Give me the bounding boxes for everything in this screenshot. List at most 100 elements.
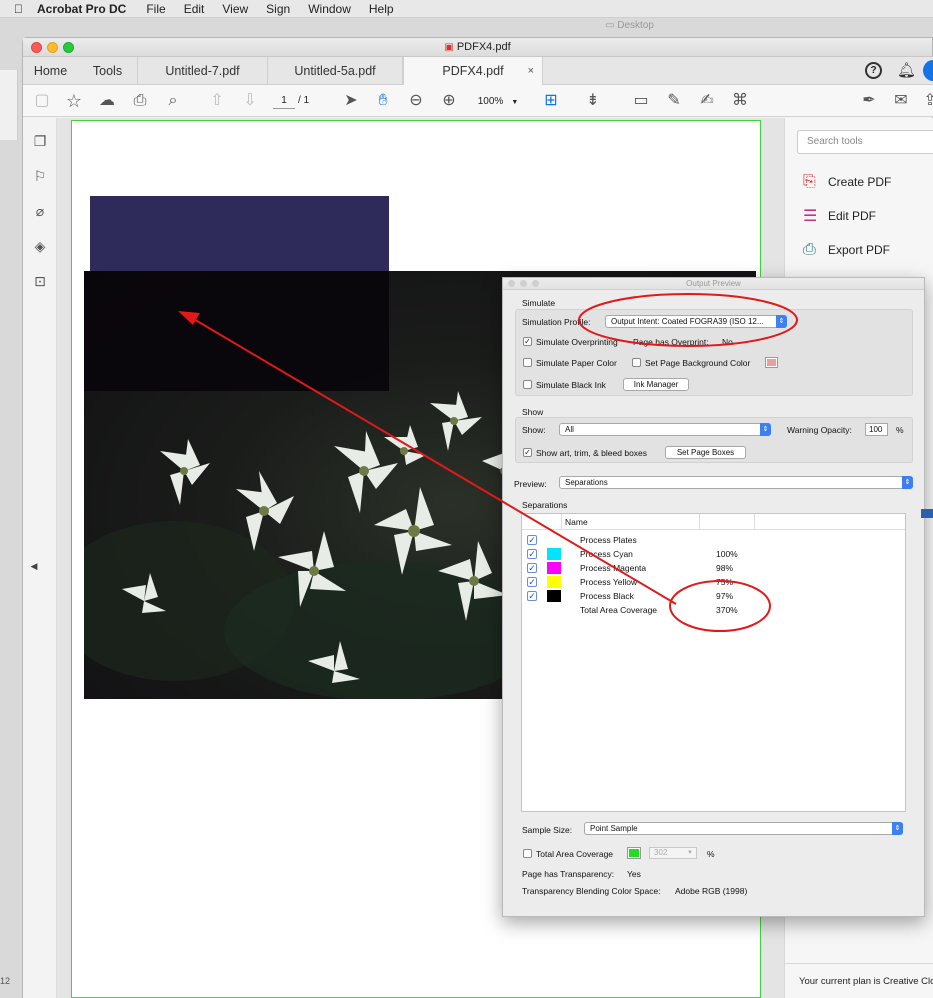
close-window-button[interactable] bbox=[31, 42, 42, 53]
app-menu[interactable]: Acrobat Pro DC bbox=[37, 2, 126, 16]
highlight-pen-icon[interactable]: ✎ bbox=[664, 91, 684, 111]
menu-sign[interactable]: Sign bbox=[266, 2, 290, 16]
simulation-profile-select[interactable]: Output Intent: Coated FOGRA39 (ISO 12...… bbox=[605, 315, 787, 328]
window-title: PDFX4.pdf bbox=[456, 41, 511, 53]
zoom-window-button[interactable] bbox=[63, 42, 74, 53]
notifications-bell-icon[interactable]: 🔔︎ bbox=[897, 61, 916, 79]
zoom-out-icon[interactable]: ⊖ bbox=[406, 91, 426, 111]
save-icon[interactable]: ▢ bbox=[32, 91, 52, 111]
apple-icon[interactable]:  bbox=[14, 2, 23, 16]
ink-manager-button[interactable]: Ink Manager bbox=[623, 378, 689, 391]
help-icon[interactable]: ? bbox=[865, 62, 882, 79]
collapse-panel-icon[interactable]: ◀ bbox=[25, 561, 43, 579]
separations-heading: Separations bbox=[522, 500, 568, 510]
sample-size-label: Sample Size: bbox=[522, 825, 573, 835]
redact-stamp-icon[interactable]: ⌘ bbox=[730, 91, 750, 111]
layers-icon[interactable]: ◈ bbox=[31, 238, 49, 256]
warning-opacity-label: Warning Opacity: bbox=[787, 425, 852, 435]
dialog-minimize-button[interactable] bbox=[520, 280, 527, 287]
process-yellow-checkbox[interactable]: ✓ bbox=[527, 577, 537, 587]
menu-help[interactable]: Help bbox=[369, 2, 394, 16]
process-black-checkbox[interactable]: ✓ bbox=[527, 591, 537, 601]
separation-name: Process Magenta bbox=[580, 563, 647, 573]
menu-edit[interactable]: Edit bbox=[184, 2, 205, 16]
account-avatar[interactable] bbox=[923, 60, 933, 81]
hand-tool-icon[interactable]: ✋︎ bbox=[373, 91, 393, 111]
find-zoom-icon[interactable]: ⌕ bbox=[163, 91, 183, 111]
dialog-close-button[interactable] bbox=[508, 280, 515, 287]
background-window bbox=[0, 70, 18, 140]
process-magenta-checkbox[interactable]: ✓ bbox=[527, 563, 537, 573]
page-has-overprint-label: Page has Overprint: bbox=[633, 337, 709, 347]
email-icon[interactable]: ✉︎ bbox=[891, 91, 911, 111]
page-display-icon[interactable]: ⊞ bbox=[541, 91, 561, 111]
menu-window[interactable]: Window bbox=[308, 2, 351, 16]
zoom-in-icon[interactable]: ⊕ bbox=[439, 91, 459, 111]
sign-pen-icon[interactable]: ✍︎ bbox=[697, 91, 717, 111]
left-navigation-rail: ❐ ⚐ ⌀ ◈ ⊡ ◀ bbox=[23, 118, 57, 998]
total-area-coverage-checkbox[interactable] bbox=[523, 849, 532, 858]
process-plates-checkbox[interactable]: ✓ bbox=[527, 535, 537, 545]
share-icon[interactable]: ⇪ bbox=[920, 91, 933, 111]
export-pdf-tool[interactable]: ⎙ Export PDF bbox=[803, 239, 933, 261]
separation-row: ✓ Process Yellow 75% bbox=[522, 575, 905, 589]
select-arrows-icon: ⇕ bbox=[902, 476, 913, 489]
main-toolbar: ▢ ☆ ☁︎ ⎙ ⌕ ⇧ ⇩ 1 / 1 ➤ ✋︎ ⊖ ⊕ 100% ▼ ⊞ ⇟ … bbox=[23, 85, 933, 117]
comment-icon[interactable]: ▭ bbox=[631, 91, 651, 111]
tab-pdfx4[interactable]: PDFX4.pdf × bbox=[403, 57, 543, 85]
menu-view[interactable]: View bbox=[222, 2, 248, 16]
show-boxes-checkbox[interactable]: ✓ bbox=[523, 448, 532, 457]
tab-untitled-5a[interactable]: Untitled-5a.pdf bbox=[268, 57, 403, 85]
show-value: All bbox=[565, 425, 574, 434]
simulate-overprinting-checkbox[interactable]: ✓ bbox=[523, 337, 532, 346]
preview-select[interactable]: Separations ⇕ bbox=[559, 476, 913, 489]
set-page-bg-checkbox[interactable] bbox=[632, 358, 641, 367]
yellow-swatch bbox=[547, 576, 561, 588]
tac-color-swatch[interactable] bbox=[627, 847, 641, 859]
edit-pdf-icon: ☰ bbox=[803, 208, 818, 225]
page-number-input[interactable]: 1 bbox=[273, 93, 295, 109]
scroll-mode-icon[interactable]: ⇟ bbox=[583, 91, 603, 111]
create-pdf-tool[interactable]: ⎘ Create PDF bbox=[803, 171, 933, 193]
page-thumbnails-icon[interactable]: ❐ bbox=[31, 133, 49, 151]
minimize-window-button[interactable] bbox=[47, 42, 58, 53]
column-divider bbox=[699, 514, 700, 530]
tab-bar: Home Tools Untitled-7.pdf Untitled-5a.pd… bbox=[23, 57, 933, 85]
separation-value: 98% bbox=[716, 563, 734, 573]
search-tools-input[interactable]: Search tools bbox=[797, 130, 933, 154]
next-page-icon[interactable]: ⇩ bbox=[240, 91, 260, 111]
show-heading: Show bbox=[522, 407, 544, 417]
simulate-black-ink-checkbox[interactable] bbox=[523, 380, 532, 389]
simulate-paper-color-checkbox[interactable] bbox=[523, 358, 532, 367]
close-tab-icon[interactable]: × bbox=[528, 57, 534, 85]
cloud-upload-icon[interactable]: ☁︎ bbox=[97, 91, 117, 111]
print-icon[interactable]: ⎙ bbox=[130, 91, 150, 111]
column-divider bbox=[561, 514, 562, 530]
menu-file[interactable]: File bbox=[146, 2, 165, 16]
select-arrows-icon: ⇕ bbox=[760, 423, 771, 436]
tab-tools[interactable]: Tools bbox=[78, 57, 138, 85]
process-cyan-checkbox[interactable]: ✓ bbox=[527, 549, 537, 559]
sample-size-select[interactable]: Point Sample ⇕ bbox=[584, 822, 903, 835]
simulate-overprinting-label: Simulate Overprinting bbox=[536, 337, 618, 347]
dialog-zoom-button[interactable] bbox=[532, 280, 539, 287]
bookmarks-icon[interactable]: ⚐ bbox=[31, 168, 49, 186]
warning-opacity-input[interactable]: 100 bbox=[865, 423, 888, 436]
tab-untitled-7[interactable]: Untitled-7.pdf bbox=[138, 57, 268, 85]
select-arrow-icon[interactable]: ➤ bbox=[341, 91, 361, 111]
attachments-paperclip-icon[interactable]: ⌀ bbox=[31, 203, 49, 221]
page-bg-color-swatch[interactable] bbox=[765, 357, 778, 368]
blending-space-value: Adobe RGB (1998) bbox=[675, 886, 748, 896]
zoom-level-select[interactable]: 100% ▼ bbox=[473, 94, 523, 109]
title-bar: ▣ PDFX4.pdf bbox=[23, 38, 932, 57]
set-page-boxes-button[interactable]: Set Page Boxes bbox=[665, 446, 746, 459]
show-select[interactable]: All ⇕ bbox=[559, 423, 771, 436]
tac-value-combo[interactable]: 302 ▼ bbox=[649, 847, 697, 859]
separation-row: ✓ Process Cyan 100% bbox=[522, 547, 905, 561]
security-lock-icon[interactable]: ⊡ bbox=[31, 273, 49, 291]
fill-sign-icon[interactable]: ✒︎ bbox=[859, 91, 879, 111]
previous-page-icon[interactable]: ⇧ bbox=[207, 91, 227, 111]
tab-home[interactable]: Home bbox=[23, 57, 78, 85]
bookmark-star-icon[interactable]: ☆ bbox=[64, 91, 84, 111]
edit-pdf-tool[interactable]: ☰ Edit PDF bbox=[803, 205, 933, 227]
